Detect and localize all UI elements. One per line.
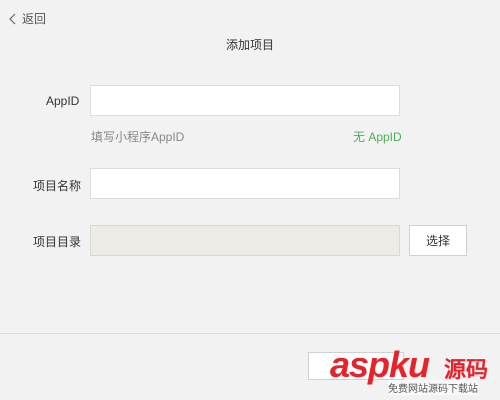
no-appid-link[interactable]: 无 AppID <box>353 128 402 145</box>
appid-label: AppID <box>46 94 80 108</box>
watermark-logo: aspku 源码 免费网站源码下载站 <box>326 344 496 396</box>
project-name-input[interactable] <box>90 168 400 199</box>
watermark-subtitle: 免费网站源码下载站 <box>388 380 478 395</box>
back-button[interactable]: 返回 <box>8 10 46 27</box>
choose-dir-button[interactable]: 选择 <box>409 225 467 256</box>
project-name-label: 项目名称 <box>33 179 82 193</box>
project-dir-input <box>90 225 400 256</box>
footer-divider <box>0 333 500 334</box>
project-dir-label: 项目目录 <box>33 235 82 249</box>
back-label: 返回 <box>22 12 47 26</box>
chevron-left-icon <box>8 13 16 25</box>
appid-hint: 填写小程序AppID <box>91 130 185 144</box>
appid-input[interactable] <box>90 85 400 116</box>
page-title: 添加项目 <box>225 38 274 52</box>
